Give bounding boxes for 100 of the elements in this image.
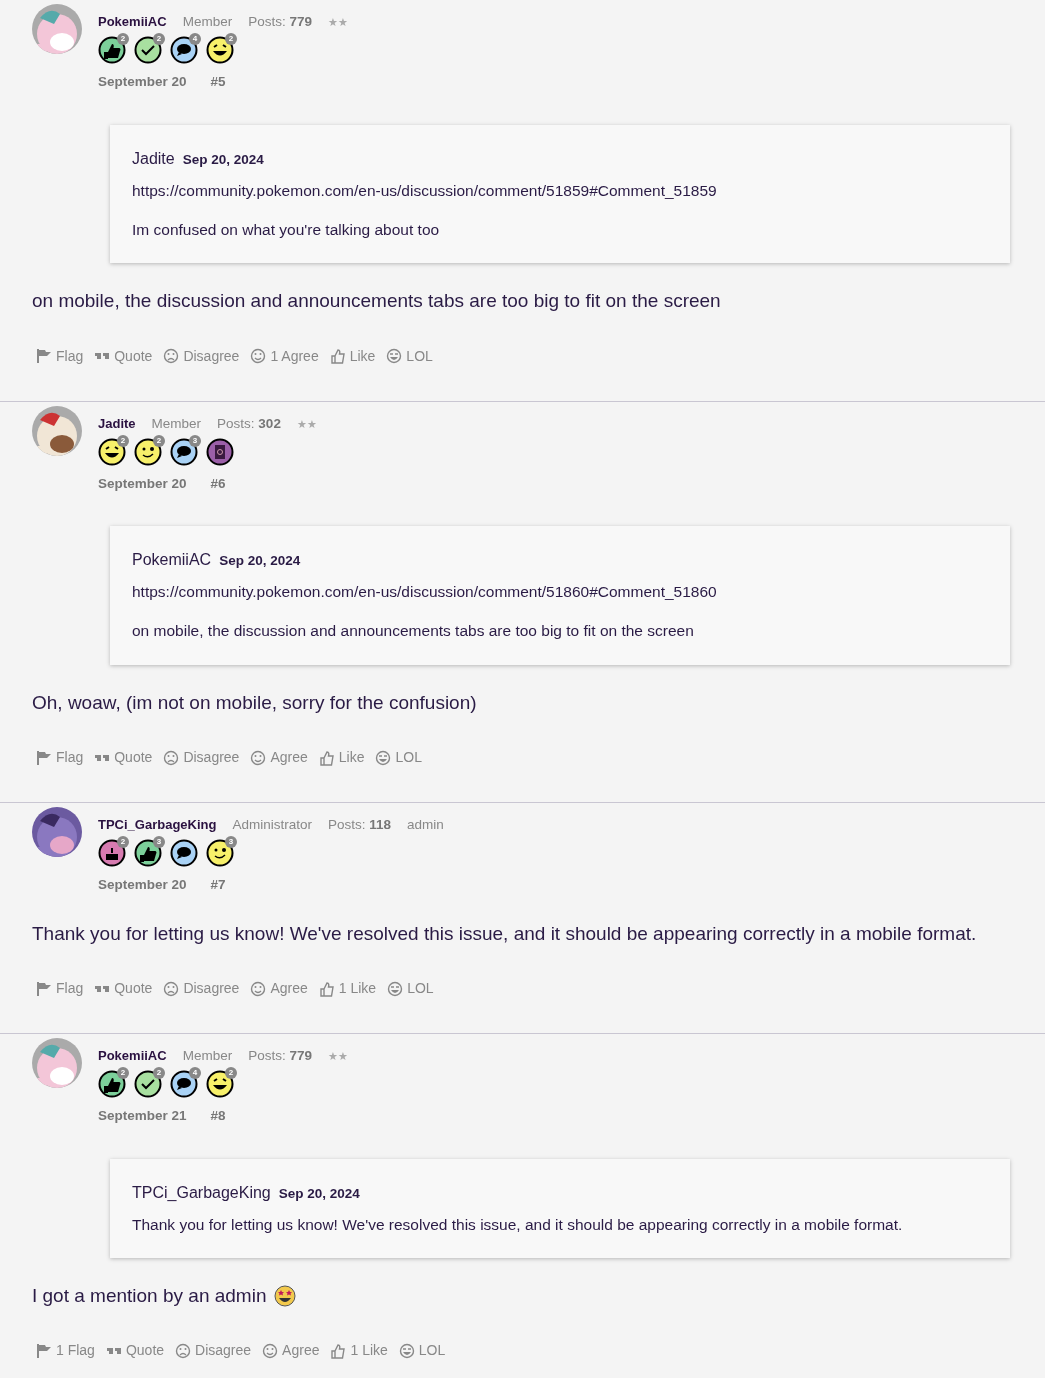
disagree-button[interactable]: Disagree xyxy=(163,747,240,768)
badge-count: 2 xyxy=(153,1067,165,1080)
user-role: Administrator xyxy=(232,816,312,834)
badge-count: 2 xyxy=(153,33,165,46)
badge-count: 3 xyxy=(225,836,237,849)
quote-author: PokemiiAC xyxy=(132,550,212,570)
user-role: Member xyxy=(182,13,233,31)
flag-icon xyxy=(36,980,52,997)
smile-icon xyxy=(250,749,267,766)
post-count: Posts: 118 xyxy=(328,816,392,834)
lol-button[interactable]: LOL xyxy=(398,1340,446,1362)
lol-button[interactable]: LOL xyxy=(386,345,433,367)
post-number[interactable]: #5 xyxy=(210,72,226,93)
badge-count: 3 xyxy=(153,836,165,849)
chat-badge-icon xyxy=(170,839,198,868)
laugh-badge-icon xyxy=(98,437,126,466)
user-rank: admin xyxy=(407,816,444,834)
user-rank: ★★ xyxy=(327,15,348,30)
quote-date: Sep 20, 2024 xyxy=(278,1184,360,1203)
agree-button[interactable]: Agree xyxy=(250,978,308,999)
quote-button[interactable]: Quote xyxy=(105,1340,165,1362)
agree-button[interactable]: Agree xyxy=(250,747,308,768)
badge-count: 2 xyxy=(117,1067,129,1080)
wink-badge-icon xyxy=(134,437,162,466)
wink-badge-icon xyxy=(206,839,234,868)
thumbs-up-icon xyxy=(329,348,346,364)
flag-button[interactable]: 1 Flag xyxy=(36,1340,95,1362)
flag-icon xyxy=(36,749,52,766)
smile-icon xyxy=(262,1342,279,1359)
username-link[interactable]: PokemiiAC xyxy=(98,1046,167,1066)
user-rank: ★★ xyxy=(296,416,317,432)
agree-button[interactable]: Agree xyxy=(262,1340,320,1362)
quote-date: Sep 20, 2024 xyxy=(219,552,301,570)
flag-button[interactable]: Flag xyxy=(36,747,84,768)
frown-icon xyxy=(163,980,180,997)
username-link[interactable]: PokemiiAC xyxy=(98,12,167,32)
badge-count: 4 xyxy=(189,1067,201,1080)
star-eyes-emoji-icon xyxy=(274,1285,297,1307)
badge-count: 2 xyxy=(225,1067,237,1080)
comment-link[interactable]: https://community.pokemon.com/en-us/discussion/comment/51859#Comment_51859 xyxy=(132,178,717,202)
post-text: Oh, woaw, (im not on mobile, sorry for the confusion) xyxy=(32,690,477,715)
user-role: Member xyxy=(182,1047,233,1065)
flag-button[interactable]: Flag xyxy=(36,978,84,999)
chat-badge-icon xyxy=(170,36,198,65)
flag-button[interactable]: Flag xyxy=(36,345,84,367)
post-count: Posts: 302 xyxy=(217,414,281,433)
thumb-badge-icon xyxy=(98,1070,126,1099)
badge-count: 2 xyxy=(117,33,129,46)
badge-count: 2 xyxy=(117,836,129,849)
thumb-badge-icon xyxy=(134,839,162,868)
quote-button[interactable]: Quote xyxy=(94,978,153,999)
like-button[interactable]: 1 Like xyxy=(318,978,377,999)
lol-button[interactable]: LOL xyxy=(387,978,434,999)
quote-button[interactable]: Quote xyxy=(94,345,153,367)
post-date[interactable]: September 20 xyxy=(98,875,187,896)
like-button[interactable]: Like xyxy=(318,747,365,768)
cake-badge-icon xyxy=(98,839,126,868)
post-number[interactable]: #6 xyxy=(210,473,226,494)
post-count: Posts: 779 xyxy=(248,13,312,31)
disagree-button[interactable]: Disagree xyxy=(163,345,240,367)
disagree-button[interactable]: Disagree xyxy=(175,1340,252,1362)
quote-author: TPCi_GarbageKing xyxy=(132,1182,271,1203)
badge-count: 2 xyxy=(117,434,129,447)
post-text: on mobile, the discussion and announcements tabs are too big to fit on the screen xyxy=(32,289,721,313)
post-text: I got a mention by an admin xyxy=(32,1283,267,1308)
flag-icon xyxy=(36,1342,52,1359)
frown-icon xyxy=(163,749,180,766)
user-role: Member xyxy=(151,414,202,433)
quote-text: Thank you for letting us know! We've resolved this issue, and it should be appearing correctly in a mobile format. xyxy=(132,1214,904,1235)
lol-button[interactable]: LOL xyxy=(375,747,422,768)
quote-author: Jadite xyxy=(132,148,175,169)
user-rank: ★★ xyxy=(327,1049,348,1064)
quote-button[interactable]: Quote xyxy=(94,747,153,768)
post-date[interactable]: September 20 xyxy=(98,72,187,93)
grin-icon xyxy=(375,749,392,766)
post-date[interactable]: September 21 xyxy=(98,1106,187,1127)
post-date[interactable]: September 20 xyxy=(98,473,187,494)
grin-icon xyxy=(386,348,403,364)
agree-button[interactable]: 1 Agree xyxy=(250,345,319,367)
quote-text: Im confused on what you're talking about too xyxy=(132,219,441,240)
post-count: Posts: 779 xyxy=(248,1047,312,1065)
frown-icon xyxy=(163,348,180,364)
smile-icon xyxy=(250,980,267,997)
laugh-badge-icon xyxy=(206,1070,234,1099)
thumbs-up-icon xyxy=(330,1342,347,1359)
disagree-button[interactable]: Disagree xyxy=(163,978,240,999)
laugh-badge-icon xyxy=(206,36,234,65)
like-button[interactable]: Like xyxy=(329,345,376,367)
check-badge-icon xyxy=(134,36,162,65)
post-number[interactable]: #8 xyxy=(210,1106,226,1127)
post-number[interactable]: #7 xyxy=(210,875,226,896)
comment-link[interactable]: https://community.pokemon.com/en-us/discussion/comment/51860#Comment_51860 xyxy=(132,580,717,604)
like-button[interactable]: 1 Like xyxy=(330,1340,388,1362)
badge-count: 4 xyxy=(189,33,201,46)
username-link[interactable]: TPCi_GarbageKing xyxy=(98,815,217,835)
post-text: Thank you for letting us know! We've resolved this issue, and it should be appearing correctly in a mobile format. xyxy=(32,921,977,946)
username-link[interactable]: Jadite xyxy=(98,413,136,433)
chat-badge-icon xyxy=(170,1070,198,1099)
badge-count: 2 xyxy=(153,434,165,447)
check-badge-icon xyxy=(134,1070,162,1099)
